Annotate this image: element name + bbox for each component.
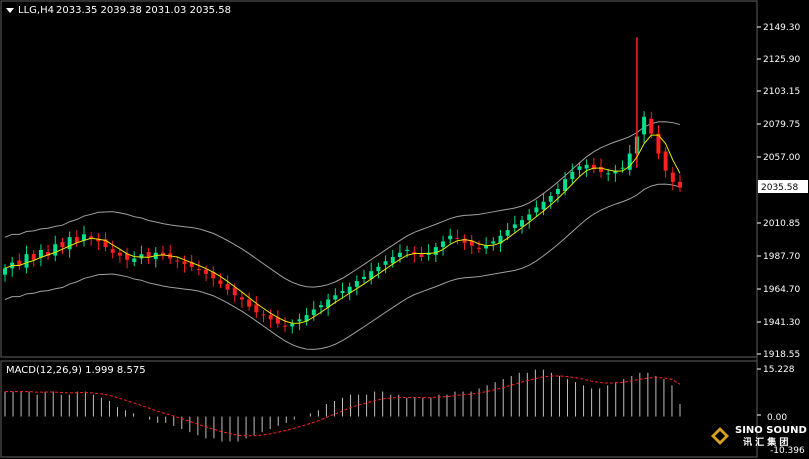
candle-body xyxy=(311,309,316,316)
ohlc-label: 2033.35 2039.38 2031.03 2035.58 xyxy=(56,5,231,16)
price-tick: 1918.55 xyxy=(763,350,800,360)
price-tick: 2057.00 xyxy=(763,153,800,163)
bollinger-bands xyxy=(4,121,681,350)
candle-body xyxy=(53,244,58,256)
candle-body xyxy=(247,299,252,307)
candle-body xyxy=(218,280,223,284)
candle-body xyxy=(476,247,481,249)
candle-body xyxy=(139,254,144,259)
candle-body xyxy=(670,172,675,182)
candle-body xyxy=(318,305,323,308)
candle-body xyxy=(620,167,625,169)
price-tick: 2149.30 xyxy=(763,23,800,33)
candle-body xyxy=(555,188,560,194)
candle-body xyxy=(24,254,29,268)
candle-body xyxy=(642,116,647,135)
upper-band xyxy=(4,121,681,288)
candle-body xyxy=(239,297,244,300)
main-panel-border xyxy=(0,0,758,358)
candle-body xyxy=(534,207,539,213)
chevron-down-icon[interactable] xyxy=(6,8,14,13)
logo-brand: SINO SOUND xyxy=(735,425,807,436)
macd-label: MACD(12,26,9) 1.999 8.575 xyxy=(6,365,146,376)
candle-body xyxy=(433,247,438,255)
candle-body xyxy=(254,304,259,313)
price-tick: 1941.30 xyxy=(763,318,800,328)
candle-body xyxy=(297,319,302,322)
candle-body xyxy=(182,261,187,265)
candle-body xyxy=(505,230,510,236)
candle-body xyxy=(3,268,7,275)
candle-body xyxy=(584,164,589,169)
logo-cn: 讯 汇 集 团 xyxy=(743,436,788,448)
price-tick: 2125.90 xyxy=(763,55,800,65)
candle-body xyxy=(354,281,359,287)
candle-body xyxy=(146,252,151,257)
candle-body xyxy=(117,252,122,256)
candle-body xyxy=(663,151,668,171)
candle-body xyxy=(376,266,381,272)
candle-body xyxy=(678,181,682,188)
symbol-label: LLG,H4 xyxy=(18,5,54,16)
macd-tick: 0.00 xyxy=(767,413,787,423)
candle-body xyxy=(383,261,388,265)
candle-body xyxy=(577,166,582,170)
candle-body xyxy=(225,283,230,290)
candles xyxy=(3,37,682,334)
candle-body xyxy=(390,256,395,264)
current-price-label: 2035.58 xyxy=(761,183,798,193)
macd-tick: 15.228 xyxy=(763,365,795,375)
price-tick: 2079.75 xyxy=(763,120,800,130)
candle-body xyxy=(362,276,367,279)
candle-body xyxy=(448,235,453,240)
candle-body xyxy=(110,249,115,253)
candle-body xyxy=(196,269,201,271)
candle-body xyxy=(232,287,237,296)
price-chart[interactable]: LLG,H4 2033.35 2039.38 2031.03 2035.58 2… xyxy=(0,0,809,459)
lower-band xyxy=(4,183,681,350)
candle-body xyxy=(606,173,611,175)
candle-body xyxy=(175,260,180,262)
candle-body xyxy=(441,241,446,248)
candle-body xyxy=(520,220,525,227)
candle-body xyxy=(67,237,72,250)
candle-body xyxy=(405,249,410,251)
macd-histogram xyxy=(4,369,681,442)
candle-body xyxy=(491,241,496,244)
candle-body xyxy=(268,315,273,320)
candle-body xyxy=(570,171,575,180)
price-tick: 1964.70 xyxy=(763,285,800,295)
sino-sound-logo: SINO SOUND 讯 汇 集 团 xyxy=(711,425,807,448)
candle-body xyxy=(397,252,402,257)
candle-body xyxy=(527,214,532,221)
price-tick: 1987.70 xyxy=(763,252,800,262)
candle-body xyxy=(60,242,65,248)
candle-body xyxy=(512,224,517,228)
candle-body xyxy=(548,196,553,202)
candle-body xyxy=(419,254,424,257)
candle-body xyxy=(132,258,137,262)
candle-body xyxy=(261,314,266,316)
candle-body xyxy=(290,323,295,327)
price-tick: 2103.15 xyxy=(763,87,800,97)
candle-body xyxy=(455,237,460,239)
candle-body xyxy=(649,118,654,134)
candle-body xyxy=(333,295,338,300)
candle-body xyxy=(541,201,546,210)
candle-body xyxy=(340,291,345,294)
candle-body xyxy=(283,325,288,327)
price-tick: 2010.85 xyxy=(763,219,800,229)
candle-body xyxy=(31,254,36,260)
candle-body xyxy=(204,269,209,275)
